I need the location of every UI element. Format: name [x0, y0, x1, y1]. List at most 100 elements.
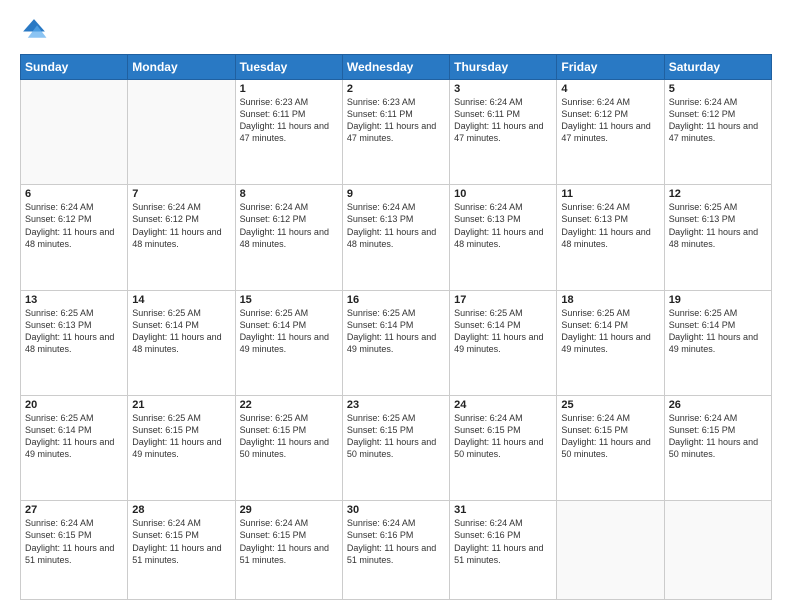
day-number: 1 — [240, 83, 338, 95]
cell-info: Sunrise: 6:25 AM Sunset: 6:13 PM Dayligh… — [669, 201, 767, 250]
calendar-cell: 9Sunrise: 6:24 AM Sunset: 6:13 PM Daylig… — [342, 185, 449, 290]
cell-info: Sunrise: 6:24 AM Sunset: 6:12 PM Dayligh… — [25, 201, 123, 250]
calendar-cell: 5Sunrise: 6:24 AM Sunset: 6:12 PM Daylig… — [664, 80, 771, 185]
calendar-cell: 16Sunrise: 6:25 AM Sunset: 6:14 PM Dayli… — [342, 290, 449, 395]
cell-info: Sunrise: 6:24 AM Sunset: 6:15 PM Dayligh… — [669, 412, 767, 461]
day-number: 24 — [454, 399, 552, 411]
day-number: 12 — [669, 188, 767, 200]
calendar-cell: 25Sunrise: 6:24 AM Sunset: 6:15 PM Dayli… — [557, 395, 664, 500]
calendar-table: SundayMondayTuesdayWednesdayThursdayFrid… — [20, 54, 772, 600]
calendar-cell: 1Sunrise: 6:23 AM Sunset: 6:11 PM Daylig… — [235, 80, 342, 185]
cell-info: Sunrise: 6:25 AM Sunset: 6:14 PM Dayligh… — [669, 307, 767, 356]
cell-info: Sunrise: 6:24 AM Sunset: 6:16 PM Dayligh… — [454, 517, 552, 566]
day-number: 21 — [132, 399, 230, 411]
calendar-cell: 15Sunrise: 6:25 AM Sunset: 6:14 PM Dayli… — [235, 290, 342, 395]
cell-info: Sunrise: 6:25 AM Sunset: 6:14 PM Dayligh… — [240, 307, 338, 356]
cell-info: Sunrise: 6:24 AM Sunset: 6:16 PM Dayligh… — [347, 517, 445, 566]
calendar-cell: 31Sunrise: 6:24 AM Sunset: 6:16 PM Dayli… — [450, 501, 557, 600]
calendar-cell: 22Sunrise: 6:25 AM Sunset: 6:15 PM Dayli… — [235, 395, 342, 500]
calendar-header-row: SundayMondayTuesdayWednesdayThursdayFrid… — [21, 55, 772, 80]
cell-info: Sunrise: 6:23 AM Sunset: 6:11 PM Dayligh… — [240, 96, 338, 145]
day-number: 30 — [347, 504, 445, 516]
calendar-cell: 23Sunrise: 6:25 AM Sunset: 6:15 PM Dayli… — [342, 395, 449, 500]
day-number: 19 — [669, 294, 767, 306]
cell-info: Sunrise: 6:24 AM Sunset: 6:15 PM Dayligh… — [454, 412, 552, 461]
calendar-cell — [557, 501, 664, 600]
day-number: 4 — [561, 83, 659, 95]
cell-info: Sunrise: 6:24 AM Sunset: 6:13 PM Dayligh… — [347, 201, 445, 250]
calendar-cell: 4Sunrise: 6:24 AM Sunset: 6:12 PM Daylig… — [557, 80, 664, 185]
day-number: 8 — [240, 188, 338, 200]
calendar-cell: 29Sunrise: 6:24 AM Sunset: 6:15 PM Dayli… — [235, 501, 342, 600]
cell-info: Sunrise: 6:24 AM Sunset: 6:11 PM Dayligh… — [454, 96, 552, 145]
cell-info: Sunrise: 6:24 AM Sunset: 6:12 PM Dayligh… — [561, 96, 659, 145]
calendar-cell — [21, 80, 128, 185]
cell-info: Sunrise: 6:25 AM Sunset: 6:15 PM Dayligh… — [347, 412, 445, 461]
calendar-cell: 3Sunrise: 6:24 AM Sunset: 6:11 PM Daylig… — [450, 80, 557, 185]
day-number: 14 — [132, 294, 230, 306]
calendar-cell: 19Sunrise: 6:25 AM Sunset: 6:14 PM Dayli… — [664, 290, 771, 395]
weekday-header: Saturday — [664, 55, 771, 80]
day-number: 11 — [561, 188, 659, 200]
day-number: 6 — [25, 188, 123, 200]
weekday-header: Wednesday — [342, 55, 449, 80]
calendar-week-row: 13Sunrise: 6:25 AM Sunset: 6:13 PM Dayli… — [21, 290, 772, 395]
day-number: 10 — [454, 188, 552, 200]
calendar-week-row: 6Sunrise: 6:24 AM Sunset: 6:12 PM Daylig… — [21, 185, 772, 290]
cell-info: Sunrise: 6:24 AM Sunset: 6:13 PM Dayligh… — [454, 201, 552, 250]
calendar-cell: 27Sunrise: 6:24 AM Sunset: 6:15 PM Dayli… — [21, 501, 128, 600]
cell-info: Sunrise: 6:25 AM Sunset: 6:14 PM Dayligh… — [347, 307, 445, 356]
cell-info: Sunrise: 6:25 AM Sunset: 6:13 PM Dayligh… — [25, 307, 123, 356]
day-number: 27 — [25, 504, 123, 516]
day-number: 23 — [347, 399, 445, 411]
calendar-cell: 12Sunrise: 6:25 AM Sunset: 6:13 PM Dayli… — [664, 185, 771, 290]
calendar-cell: 14Sunrise: 6:25 AM Sunset: 6:14 PM Dayli… — [128, 290, 235, 395]
cell-info: Sunrise: 6:25 AM Sunset: 6:14 PM Dayligh… — [561, 307, 659, 356]
day-number: 29 — [240, 504, 338, 516]
cell-info: Sunrise: 6:24 AM Sunset: 6:12 PM Dayligh… — [132, 201, 230, 250]
day-number: 18 — [561, 294, 659, 306]
cell-info: Sunrise: 6:23 AM Sunset: 6:11 PM Dayligh… — [347, 96, 445, 145]
calendar-cell: 13Sunrise: 6:25 AM Sunset: 6:13 PM Dayli… — [21, 290, 128, 395]
day-number: 22 — [240, 399, 338, 411]
calendar-cell: 10Sunrise: 6:24 AM Sunset: 6:13 PM Dayli… — [450, 185, 557, 290]
cell-info: Sunrise: 6:25 AM Sunset: 6:14 PM Dayligh… — [132, 307, 230, 356]
logo-icon — [20, 16, 48, 44]
day-number: 13 — [25, 294, 123, 306]
day-number: 17 — [454, 294, 552, 306]
logo — [20, 16, 52, 44]
weekday-header: Monday — [128, 55, 235, 80]
day-number: 31 — [454, 504, 552, 516]
calendar-cell: 8Sunrise: 6:24 AM Sunset: 6:12 PM Daylig… — [235, 185, 342, 290]
calendar-cell: 11Sunrise: 6:24 AM Sunset: 6:13 PM Dayli… — [557, 185, 664, 290]
header — [20, 16, 772, 44]
weekday-header: Tuesday — [235, 55, 342, 80]
calendar-week-row: 27Sunrise: 6:24 AM Sunset: 6:15 PM Dayli… — [21, 501, 772, 600]
day-number: 20 — [25, 399, 123, 411]
day-number: 2 — [347, 83, 445, 95]
calendar-week-row: 1Sunrise: 6:23 AM Sunset: 6:11 PM Daylig… — [21, 80, 772, 185]
cell-info: Sunrise: 6:25 AM Sunset: 6:14 PM Dayligh… — [454, 307, 552, 356]
calendar-cell: 26Sunrise: 6:24 AM Sunset: 6:15 PM Dayli… — [664, 395, 771, 500]
cell-info: Sunrise: 6:24 AM Sunset: 6:12 PM Dayligh… — [669, 96, 767, 145]
page: SundayMondayTuesdayWednesdayThursdayFrid… — [0, 0, 792, 612]
cell-info: Sunrise: 6:24 AM Sunset: 6:15 PM Dayligh… — [561, 412, 659, 461]
cell-info: Sunrise: 6:24 AM Sunset: 6:12 PM Dayligh… — [240, 201, 338, 250]
calendar-cell: 7Sunrise: 6:24 AM Sunset: 6:12 PM Daylig… — [128, 185, 235, 290]
calendar-cell: 21Sunrise: 6:25 AM Sunset: 6:15 PM Dayli… — [128, 395, 235, 500]
cell-info: Sunrise: 6:25 AM Sunset: 6:14 PM Dayligh… — [25, 412, 123, 461]
day-number: 16 — [347, 294, 445, 306]
cell-info: Sunrise: 6:25 AM Sunset: 6:15 PM Dayligh… — [240, 412, 338, 461]
calendar-cell: 30Sunrise: 6:24 AM Sunset: 6:16 PM Dayli… — [342, 501, 449, 600]
weekday-header: Sunday — [21, 55, 128, 80]
day-number: 26 — [669, 399, 767, 411]
cell-info: Sunrise: 6:24 AM Sunset: 6:13 PM Dayligh… — [561, 201, 659, 250]
calendar-cell: 28Sunrise: 6:24 AM Sunset: 6:15 PM Dayli… — [128, 501, 235, 600]
calendar-cell: 17Sunrise: 6:25 AM Sunset: 6:14 PM Dayli… — [450, 290, 557, 395]
calendar-cell: 6Sunrise: 6:24 AM Sunset: 6:12 PM Daylig… — [21, 185, 128, 290]
calendar-week-row: 20Sunrise: 6:25 AM Sunset: 6:14 PM Dayli… — [21, 395, 772, 500]
calendar-cell: 20Sunrise: 6:25 AM Sunset: 6:14 PM Dayli… — [21, 395, 128, 500]
calendar-cell — [128, 80, 235, 185]
calendar-cell: 24Sunrise: 6:24 AM Sunset: 6:15 PM Dayli… — [450, 395, 557, 500]
day-number: 3 — [454, 83, 552, 95]
